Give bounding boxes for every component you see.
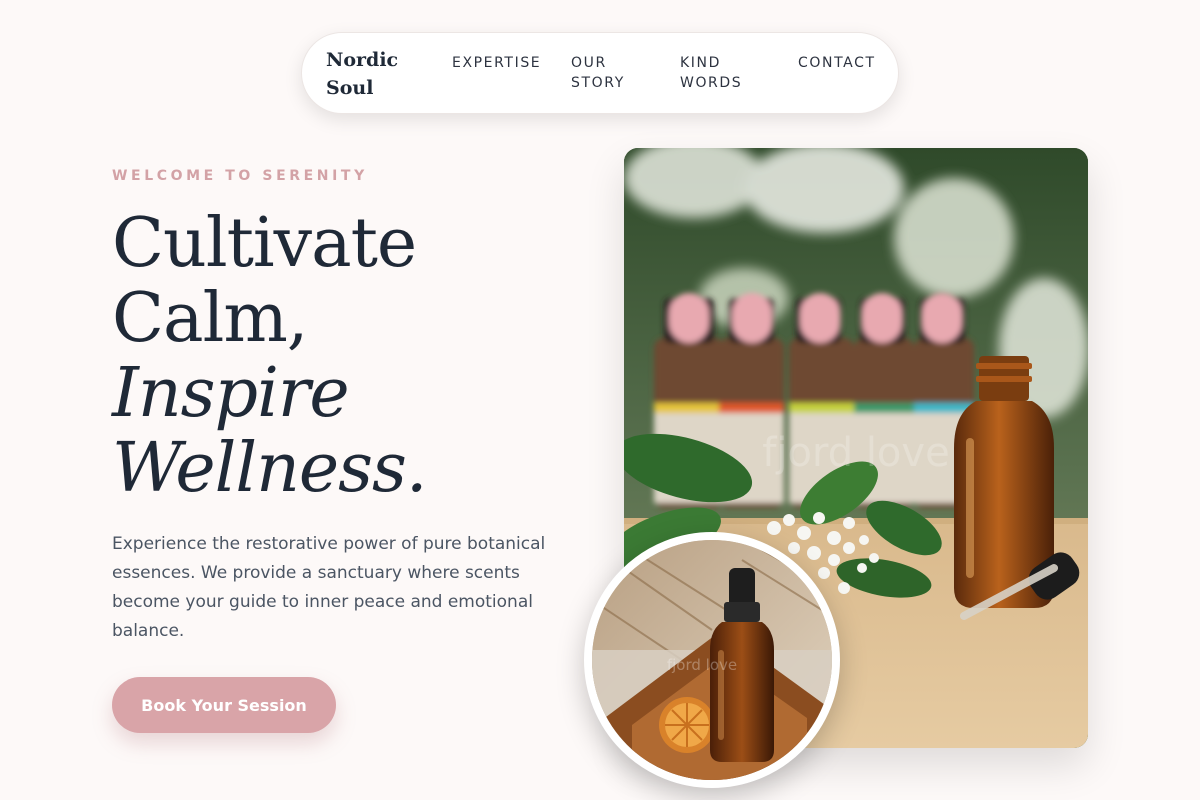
inset-photo-art: fjord love xyxy=(592,540,832,780)
hero-eyebrow: WELCOME TO SERENITY xyxy=(112,168,368,184)
headline-line-2: Calm, xyxy=(112,279,308,358)
nav-link-our-story[interactable]: OUR STORY xyxy=(571,53,643,93)
hero-description: Experience the restorative power of pure… xyxy=(112,534,546,641)
headline-line-4: Wellness. xyxy=(112,429,428,508)
nav-link-expertise[interactable]: EXPERTISE xyxy=(452,53,562,73)
nav-link-kind-words[interactable]: KIND WORDS xyxy=(680,53,760,93)
brand-logo[interactable]: Nordic Soul xyxy=(326,46,416,102)
photo-watermark: fjord love xyxy=(762,430,949,476)
book-session-button[interactable]: Book Your Session xyxy=(112,677,336,733)
headline-line-3: Inspire xyxy=(112,354,350,433)
inset-watermark: fjord love xyxy=(667,656,737,674)
inset-photo-dropper-bottle: fjord love xyxy=(584,532,840,788)
nav-link-contact[interactable]: CONTACT xyxy=(798,53,888,73)
hero-headline: Cultivate Calm, Inspire Wellness. xyxy=(112,206,552,506)
headline-line-1: Cultivate xyxy=(112,204,417,283)
top-navigation: Nordic Soul EXPERTISE OUR STORY KIND WOR… xyxy=(301,32,899,114)
